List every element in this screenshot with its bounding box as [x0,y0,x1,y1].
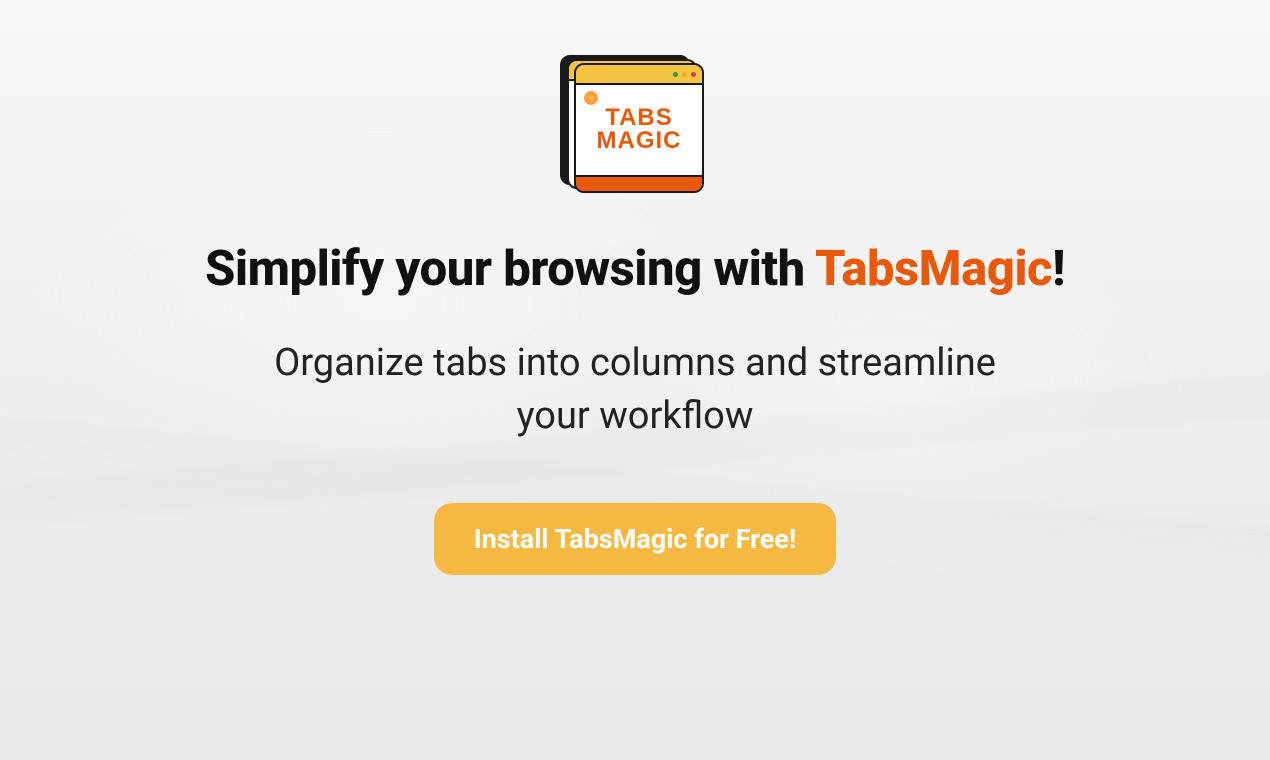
window-dot-icon [691,72,696,77]
window-dot-icon [682,72,687,77]
logo-text: TABS MAGIC [597,107,682,153]
logo: TABS MAGIC [560,55,710,205]
heading-suffix: ! [1052,240,1065,297]
logo-body: TABS MAGIC [576,85,702,175]
logo-text-line2: MAGIC [597,130,682,153]
logo-titlebar [576,65,702,85]
window-dot-icon [673,72,678,77]
page-heading: Simplify your browsing with TabsMagic! [205,240,1065,297]
logo-card-front: TABS MAGIC [574,63,704,193]
install-button[interactable]: Install TabsMagic for Free! [434,503,837,575]
page-subheading: Organize tabs into columns and streamlin… [235,337,1035,443]
hero-section: TABS MAGIC Simplify your browsing with T… [0,0,1270,760]
logo-footer [576,175,702,191]
heading-prefix: Simplify your browsing with [205,240,815,297]
heading-brand: TabsMagic [815,240,1052,297]
sun-icon [584,91,598,105]
